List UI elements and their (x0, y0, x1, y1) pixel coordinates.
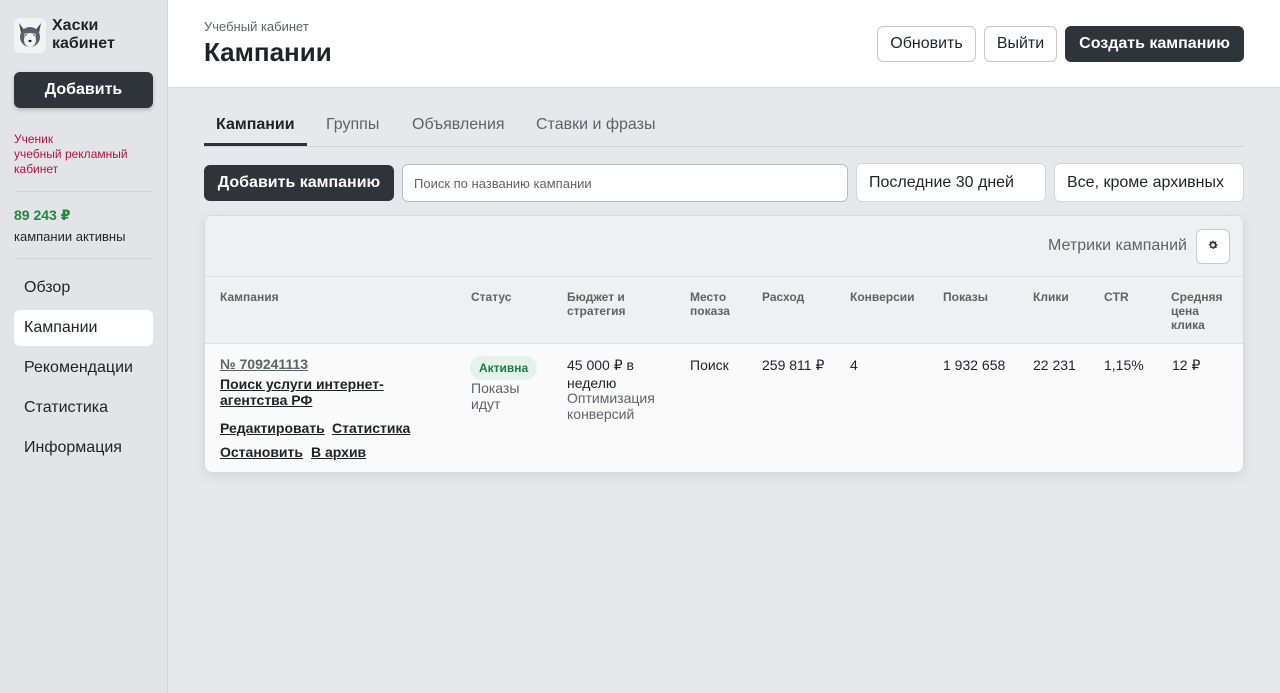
user-role: Ученик (14, 132, 54, 146)
balance-value: 89 243 ₽ (14, 207, 71, 223)
user-account: учебный рекламный кабинет (14, 147, 128, 176)
table-header: Кампания Статус Бюджет и стратегия Место… (205, 277, 1243, 344)
col-clicks[interactable]: Клики (1033, 290, 1069, 304)
user-info: Ученик учебный рекламный кабинет (14, 132, 154, 177)
divider (14, 258, 153, 259)
col-placement[interactable]: Место показа (690, 290, 750, 318)
col-spend[interactable]: Расход (762, 290, 804, 304)
impressions-value: 1 932 658 (943, 357, 1006, 373)
brand-name: Хаски кабинет (52, 17, 115, 52)
sidebar-nav: Обзор Кампании Рекомендации Статистика И… (14, 270, 153, 470)
statistics-link[interactable]: Статистика (332, 420, 410, 436)
tab-groups[interactable]: Группы (326, 116, 379, 146)
balance-caption: кампании активны (14, 229, 126, 244)
tab-ads[interactable]: Объявления (412, 116, 505, 146)
conversions-value: 4 (850, 357, 858, 373)
sidebar-item-campaigns[interactable]: Кампании (14, 310, 153, 346)
campaign-search-input[interactable] (402, 164, 848, 202)
refresh-button[interactable]: Обновить (877, 26, 976, 62)
col-avg-cpc[interactable]: Средняя цена клика (1171, 290, 1231, 332)
sidebar-item-recommendations[interactable]: Рекомендации (14, 350, 153, 386)
avg-cpc-value: 12 ₽ (1172, 357, 1201, 373)
tabs: Кампании Группы Объявления Ставки и фраз… (204, 112, 1244, 147)
campaigns-card: Метрики кампаний Кампания Статус Бюджет … (204, 215, 1244, 473)
col-ctr[interactable]: CTR (1104, 290, 1129, 304)
strategy-value: Оптимизация конверсий (567, 390, 655, 422)
budget-value: 45 000 ₽ в неделю (567, 357, 634, 391)
placement-value: Поиск (690, 357, 729, 373)
status-filter-select[interactable]: Все, кроме архивных (1054, 163, 1244, 202)
active-tab-indicator (204, 143, 307, 146)
sidebar-item-statistics[interactable]: Статистика (14, 390, 153, 426)
tab-campaigns[interactable]: Кампании (216, 116, 295, 146)
period-select[interactable]: Последние 30 дней (856, 163, 1046, 202)
page-header: Учебный кабинет Кампании Обновить Выйти … (168, 0, 1280, 88)
col-campaign[interactable]: Кампания (220, 290, 279, 304)
col-status[interactable]: Статус (471, 290, 511, 304)
campaign-id-link[interactable]: № 709241113 (220, 356, 308, 372)
col-conversions[interactable]: Конверсии (850, 290, 915, 304)
breadcrumb[interactable]: Учебный кабинет (204, 19, 309, 34)
sidebar-item-information[interactable]: Информация (14, 430, 153, 466)
logout-button[interactable]: Выйти (984, 26, 1057, 62)
spend-value: 259 811 ₽ (762, 357, 825, 373)
tab-bids-phrases[interactable]: Ставки и фразы (536, 116, 655, 146)
page-title: Кампании (204, 37, 332, 67)
gear-icon (1207, 238, 1219, 256)
sidebar-add-button[interactable]: Добавить (14, 72, 153, 108)
archive-link[interactable]: В архив (311, 444, 366, 460)
campaign-name-link[interactable]: Поиск услуги интернет-агентства РФ (220, 376, 410, 408)
clicks-value: 22 231 (1033, 357, 1076, 373)
brand[interactable]: Хаски кабинет (14, 17, 132, 53)
edit-link[interactable]: Редактировать (220, 420, 325, 436)
sidebar: Хаски кабинет Добавить Ученик учебный ре… (0, 0, 168, 693)
status-badge: Активна (470, 356, 538, 380)
divider (14, 191, 153, 192)
sidebar-item-overview[interactable]: Обзор (14, 270, 153, 306)
ctr-value: 1,15% (1104, 357, 1144, 373)
stop-link[interactable]: Остановить (220, 444, 303, 460)
col-impressions[interactable]: Показы (943, 290, 988, 304)
card-header: Метрики кампаний (205, 216, 1243, 277)
table-row: № 709241113 Поиск услуги интернет-агентс… (205, 344, 1243, 472)
husky-logo-icon (14, 17, 46, 53)
metrics-settings-button[interactable] (1196, 229, 1230, 264)
create-campaign-button[interactable]: Создать кампанию (1065, 26, 1244, 62)
metrics-label: Метрики кампаний (1048, 237, 1187, 254)
add-campaign-button[interactable]: Добавить кампанию (204, 165, 394, 201)
status-description: Показы идут (471, 380, 520, 412)
col-budget[interactable]: Бюджет и стратегия (567, 290, 657, 318)
